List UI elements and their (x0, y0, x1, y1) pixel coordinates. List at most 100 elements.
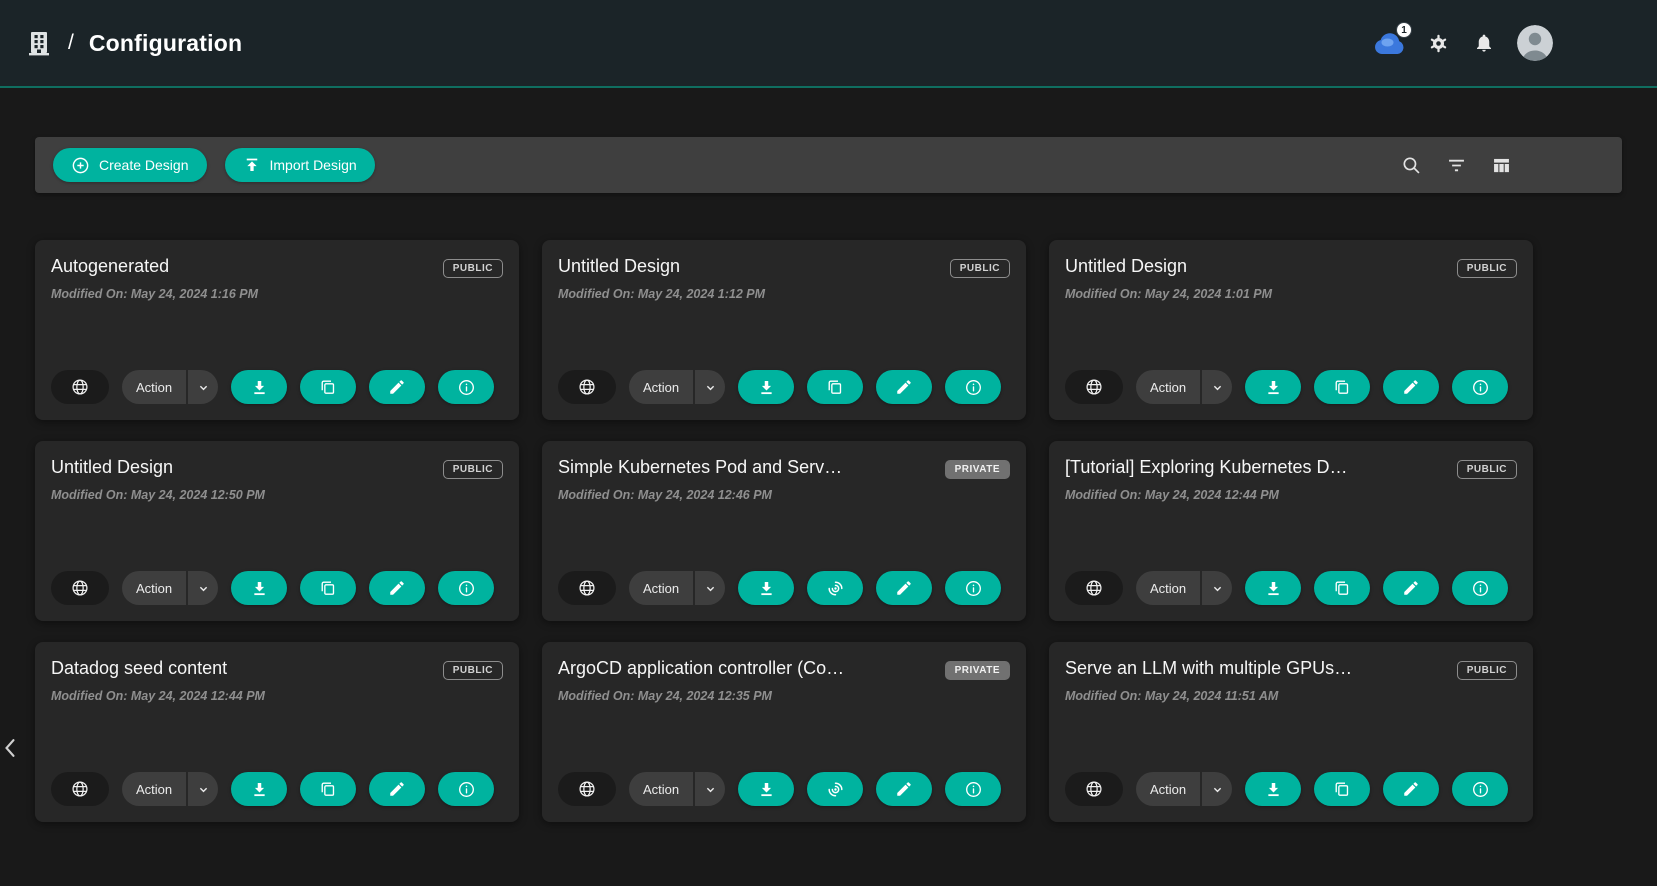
clone-button[interactable] (1314, 571, 1370, 605)
action-dropdown-button[interactable] (695, 772, 725, 806)
info-button[interactable] (945, 772, 1001, 806)
user-avatar[interactable] (1517, 25, 1553, 61)
edit-pencil-icon (388, 780, 406, 798)
sidebar-expand-button[interactable] (1, 735, 19, 761)
globe-icon (70, 578, 90, 598)
edit-button[interactable] (369, 370, 425, 404)
notifications-button[interactable] (1472, 30, 1496, 56)
card-header: Untitled Design PUBLIC (558, 256, 1010, 278)
visibility-globe-button[interactable] (1065, 370, 1123, 404)
organization-logo[interactable] (26, 29, 52, 57)
modified-date: Modified On: May 24, 2024 1:01 PM (1065, 287, 1517, 301)
modified-date: Modified On: May 24, 2024 1:12 PM (558, 287, 1010, 301)
action-split-button: Action (1136, 772, 1232, 806)
visibility-globe-button[interactable] (558, 370, 616, 404)
info-button[interactable] (438, 370, 494, 404)
visibility-globe-button[interactable] (51, 370, 109, 404)
clone-button[interactable] (807, 772, 863, 806)
info-button[interactable] (945, 571, 1001, 605)
info-button[interactable] (1452, 571, 1508, 605)
download-button[interactable] (231, 370, 287, 404)
action-dropdown-button[interactable] (1202, 571, 1232, 605)
edit-button[interactable] (1383, 571, 1439, 605)
action-dropdown-button[interactable] (188, 571, 218, 605)
download-button[interactable] (738, 772, 794, 806)
clone-button[interactable] (807, 571, 863, 605)
action-dropdown-button[interactable] (188, 772, 218, 806)
edit-button[interactable] (369, 571, 425, 605)
card-header: Untitled Design PUBLIC (51, 457, 503, 479)
design-title: ArgoCD application controller (Co… (558, 658, 844, 679)
action-button[interactable]: Action (629, 571, 693, 605)
chevron-down-icon (1210, 380, 1225, 395)
action-button-label: Action (1150, 782, 1186, 797)
info-icon (1471, 780, 1490, 799)
visibility-globe-button[interactable] (558, 571, 616, 605)
visibility-globe-button[interactable] (1065, 772, 1123, 806)
clone-button[interactable] (1314, 772, 1370, 806)
cloud-account-button[interactable]: 1 (1373, 28, 1405, 58)
download-button[interactable] (738, 571, 794, 605)
action-dropdown-button[interactable] (695, 370, 725, 404)
action-button[interactable]: Action (1136, 571, 1200, 605)
action-button[interactable]: Action (1136, 772, 1200, 806)
action-dropdown-button[interactable] (1202, 772, 1232, 806)
edit-button[interactable] (1383, 772, 1439, 806)
create-design-button[interactable]: Create Design (53, 148, 207, 182)
filter-button[interactable] (1444, 153, 1469, 178)
chevron-down-icon (703, 782, 718, 797)
info-button[interactable] (1452, 370, 1508, 404)
edit-button[interactable] (876, 571, 932, 605)
settings-button[interactable] (1426, 31, 1451, 56)
visibility-badge: PRIVATE (945, 661, 1010, 680)
info-button[interactable] (438, 772, 494, 806)
action-button[interactable]: Action (629, 370, 693, 404)
clone-button[interactable] (300, 370, 356, 404)
info-button[interactable] (1452, 772, 1508, 806)
globe-icon (1084, 377, 1104, 397)
visibility-globe-button[interactable] (51, 571, 109, 605)
action-button[interactable]: Action (122, 571, 186, 605)
download-button[interactable] (738, 370, 794, 404)
visibility-badge: PUBLIC (1457, 460, 1517, 479)
import-design-button[interactable]: Import Design (225, 148, 375, 182)
clone-button[interactable] (300, 571, 356, 605)
edit-button[interactable] (876, 370, 932, 404)
action-dropdown-button[interactable] (695, 571, 725, 605)
building-icon (26, 29, 52, 57)
action-button[interactable]: Action (122, 772, 186, 806)
action-button[interactable]: Action (629, 772, 693, 806)
download-icon (757, 378, 776, 397)
globe-icon (577, 779, 597, 799)
edit-button[interactable] (876, 772, 932, 806)
download-button[interactable] (1245, 571, 1301, 605)
globe-icon (577, 578, 597, 598)
download-button[interactable] (1245, 370, 1301, 404)
visibility-badge: PRIVATE (945, 460, 1010, 479)
download-button[interactable] (1245, 772, 1301, 806)
action-split-button: Action (629, 370, 725, 404)
action-split-button: Action (122, 370, 218, 404)
download-button[interactable] (231, 571, 287, 605)
action-dropdown-button[interactable] (1202, 370, 1232, 404)
action-button[interactable]: Action (122, 370, 186, 404)
action-button[interactable]: Action (1136, 370, 1200, 404)
design-card: Untitled Design PUBLIC Modified On: May … (35, 441, 519, 621)
download-button[interactable] (231, 772, 287, 806)
search-button[interactable] (1399, 153, 1424, 178)
clone-button[interactable] (300, 772, 356, 806)
visibility-globe-button[interactable] (1065, 571, 1123, 605)
visibility-globe-button[interactable] (51, 772, 109, 806)
globe-icon (1084, 578, 1104, 598)
clone-button[interactable] (807, 370, 863, 404)
visibility-globe-button[interactable] (558, 772, 616, 806)
edit-button[interactable] (1383, 370, 1439, 404)
edit-button[interactable] (369, 772, 425, 806)
info-button[interactable] (945, 370, 1001, 404)
card-actions: Action (51, 571, 503, 605)
chevron-left-icon (3, 736, 17, 760)
info-button[interactable] (438, 571, 494, 605)
clone-button[interactable] (1314, 370, 1370, 404)
table-view-button[interactable] (1489, 153, 1514, 178)
action-dropdown-button[interactable] (188, 370, 218, 404)
